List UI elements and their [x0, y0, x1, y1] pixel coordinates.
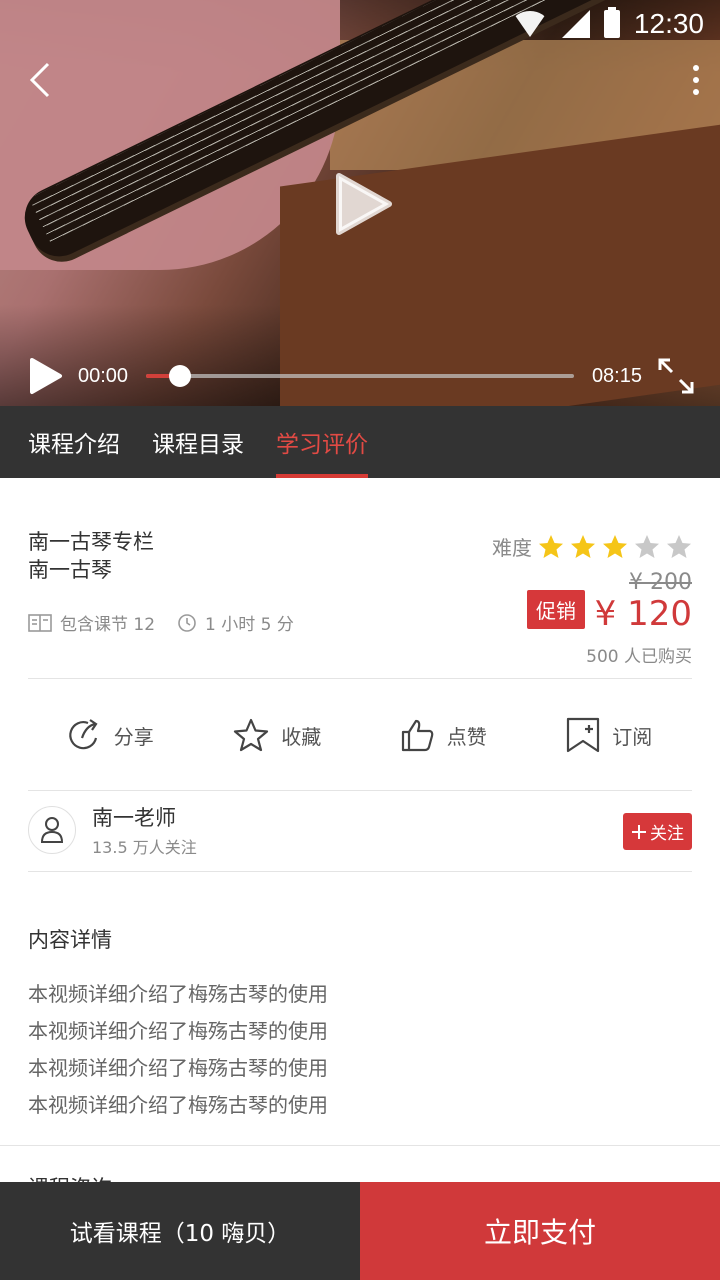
share-icon [68, 719, 98, 750]
description-line: 本视频详细介绍了梅殇古琴的使用 [28, 982, 328, 1006]
more-dot-icon [693, 65, 699, 71]
star-empty-icon [667, 534, 691, 558]
section-divider [0, 1145, 720, 1146]
more-dot-icon [693, 89, 699, 95]
current-time: 00:00 [78, 364, 129, 387]
difficulty-label: 难度 [492, 536, 532, 560]
content-detail-title: 内容详情 [28, 928, 112, 952]
favorite-label: 收藏 [281, 724, 322, 749]
like-label: 点赞 [446, 724, 487, 749]
course-duration: 1 小时 5 分 [205, 615, 294, 635]
content-description: 本视频详细介绍了梅殇古琴的使用 本视频详细介绍了梅殇古琴的使用 本视频详细介绍了… [28, 976, 692, 1124]
play-button[interactable] [24, 356, 64, 396]
like-button[interactable]: 点赞 [401, 718, 487, 752]
star-filled-icon [539, 534, 563, 558]
tab-course-intro[interactable]: 课程介绍 [28, 406, 120, 478]
teacher-card[interactable]: 南一老师 13.5 万人关注 关注 [28, 800, 692, 860]
star-icon [234, 718, 269, 752]
share-label: 分享 [113, 724, 154, 749]
course-info: 南一古琴专栏 南一古琴 包含课节 12 1 小时 5 分 难度 ¥ 200 促销… [28, 528, 692, 678]
play-icon[interactable] [333, 172, 393, 236]
more-options-button[interactable] [686, 58, 706, 102]
bottom-bar: 试看课程（10 嗨贝） 立即支付 [0, 1182, 720, 1280]
battery-icon [603, 7, 620, 38]
divider [28, 678, 692, 679]
divider [28, 871, 692, 872]
follow-button[interactable]: 关注 [623, 813, 692, 850]
signal-icon [561, 10, 590, 38]
plus-icon [632, 824, 646, 839]
description-line: 本视频详细介绍了梅殇古琴的使用 [28, 1093, 328, 1117]
pay-now-button[interactable]: 立即支付 [360, 1182, 720, 1280]
status-time: 12:30 [633, 8, 704, 39]
book-icon [28, 613, 52, 632]
difficulty-stars [538, 534, 692, 560]
trial-course-button[interactable]: 试看课程（10 嗨贝） [0, 1182, 360, 1280]
bookmark-icon [567, 717, 600, 753]
teacher-name: 南一老师 [92, 806, 176, 830]
star-filled-icon [603, 534, 627, 558]
back-button[interactable] [18, 58, 62, 102]
duration: 08:15 [591, 364, 642, 387]
user-icon [40, 817, 64, 843]
progress-knob[interactable] [169, 365, 192, 387]
subscribe-button[interactable]: 订阅 [566, 717, 652, 753]
purchase-count: 500 人已购买 [586, 647, 692, 667]
teacher-followers: 13.5 万人关注 [92, 838, 197, 857]
course-meta: 包含课节 12 1 小时 5 分 [28, 610, 294, 635]
status-bar: 12:30 [0, 0, 720, 48]
action-bar: 分享 收藏 点赞 订阅 [28, 690, 692, 780]
star-empty-icon [635, 534, 659, 558]
thumbs-up-icon [401, 719, 434, 752]
fullscreen-icon[interactable] [656, 356, 696, 396]
original-price: ¥ 200 [629, 570, 692, 595]
subscribe-label: 订阅 [612, 724, 653, 749]
share-button[interactable]: 分享 [68, 718, 154, 752]
lesson-count: 包含课节 12 [60, 615, 156, 635]
description-line: 本视频详细介绍了梅殇古琴的使用 [28, 1056, 328, 1080]
tab-bar: 课程介绍 课程目录 学习评价 [0, 406, 720, 478]
progress-bar[interactable] [146, 365, 574, 387]
avatar[interactable] [28, 806, 76, 854]
current-price: ¥ 120 [594, 594, 692, 634]
wifi-icon [511, 11, 548, 37]
divider [28, 790, 692, 791]
promo-badge: 促销 [527, 590, 585, 629]
difficulty-rating: 难度 [492, 532, 692, 561]
tab-course-catalog[interactable]: 课程目录 [152, 406, 244, 478]
video-controls: 00:00 08:15 [0, 346, 720, 406]
description-line: 本视频详细介绍了梅殇古琴的使用 [28, 1019, 328, 1043]
more-dot-icon [693, 77, 699, 83]
clock-icon [178, 613, 196, 632]
tab-learning-review[interactable]: 学习评价 [276, 406, 368, 478]
video-player[interactable]: 12:30 00:00 08:15 [0, 0, 720, 406]
follow-label: 关注 [650, 824, 684, 844]
favorite-button[interactable]: 收藏 [233, 718, 321, 752]
star-filled-icon [571, 534, 595, 558]
chevron-left-icon [29, 62, 50, 98]
